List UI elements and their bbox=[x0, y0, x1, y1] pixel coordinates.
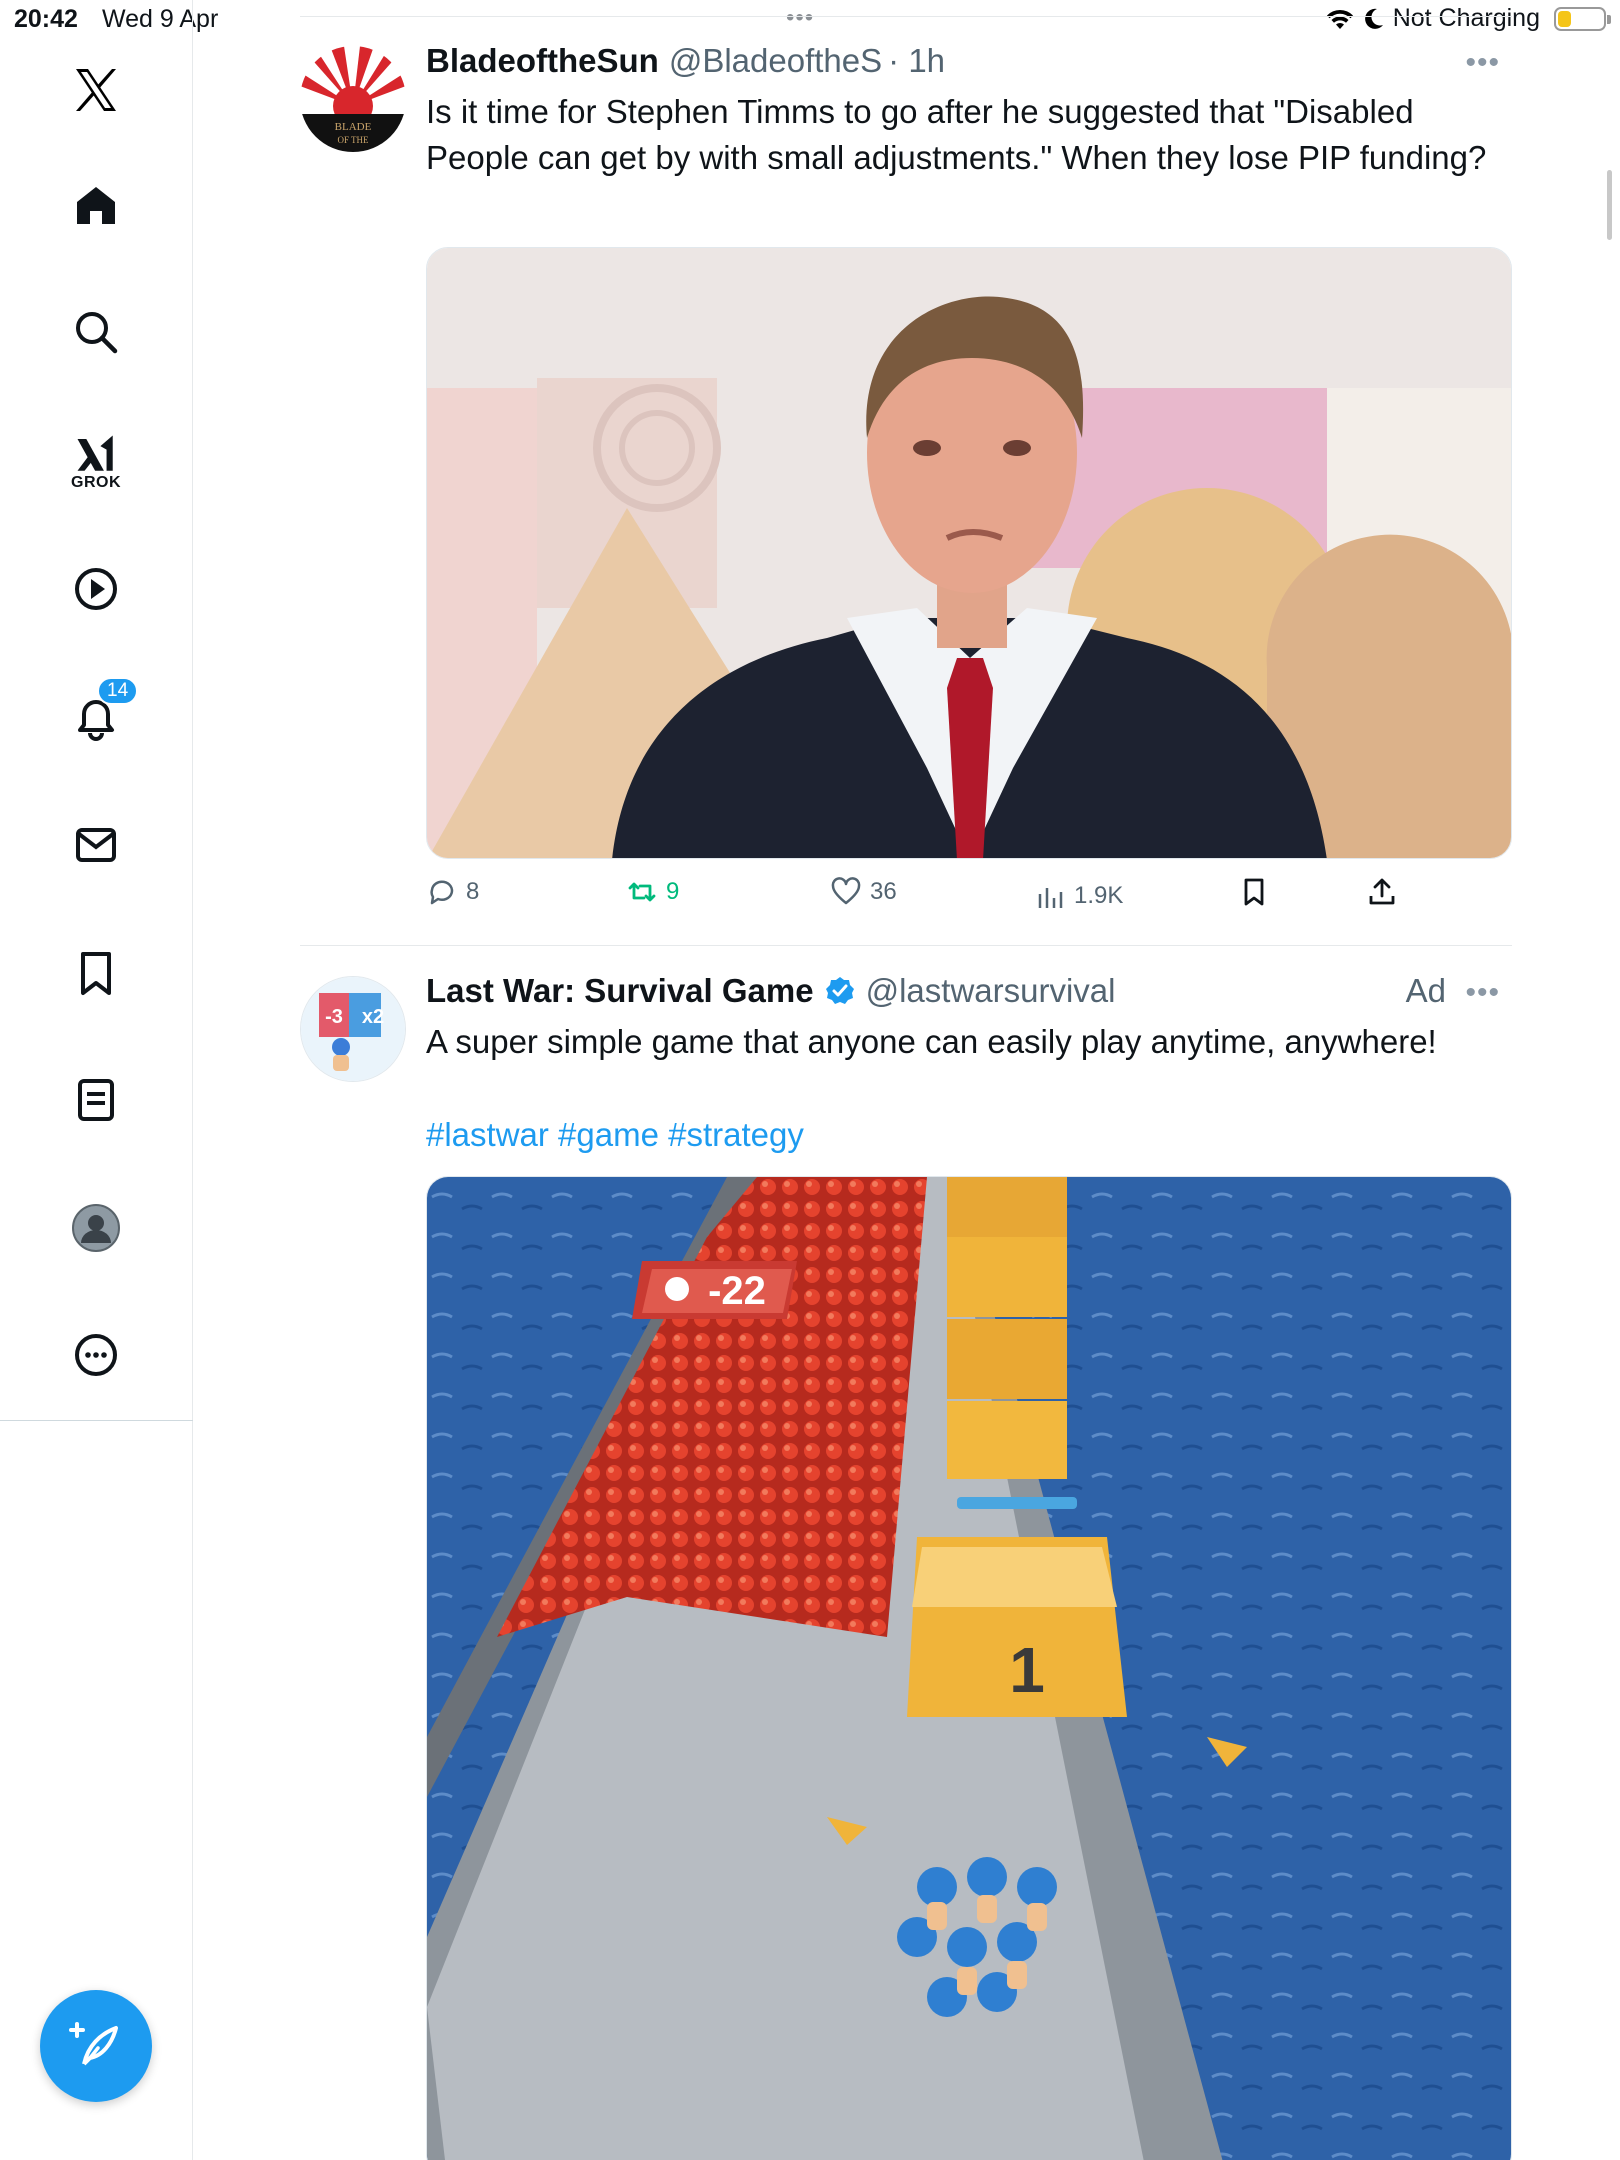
x-logo-icon bbox=[76, 69, 116, 111]
repost-count: 9 bbox=[666, 878, 680, 905]
game-avatar-icon: -3 x2 bbox=[301, 977, 405, 1081]
multitasking-dots-icon[interactable]: ••• bbox=[786, 4, 814, 32]
post-header: Last War: Survival Game @lastwarsurvival bbox=[426, 972, 1115, 1010]
sidebar-item-more[interactable] bbox=[71, 1330, 121, 1380]
verified-badge-icon bbox=[825, 977, 854, 1004]
avatar-minus-label: -3 bbox=[325, 1006, 343, 1028]
view-count: 1.9K bbox=[1074, 882, 1124, 909]
post-divider bbox=[300, 945, 1512, 946]
bookmark-icon bbox=[1244, 878, 1264, 906]
reply-icon bbox=[430, 880, 454, 905]
avatar-times-label: x2 bbox=[362, 1006, 384, 1028]
sidebar: GROK 14 bbox=[0, 0, 193, 2160]
post-more-icon[interactable]: ••• bbox=[1465, 976, 1500, 1010]
bookmark-button[interactable] bbox=[1238, 876, 1270, 908]
like-count: 36 bbox=[870, 878, 897, 905]
sidebar-item-lists[interactable] bbox=[71, 1075, 121, 1125]
ad-label: Ad bbox=[1405, 972, 1446, 1009]
grok-icon bbox=[77, 435, 113, 471]
repost-button[interactable]: 9 bbox=[626, 876, 679, 908]
sidebar-item-bookmarks[interactable] bbox=[71, 948, 121, 998]
more-icon bbox=[75, 1334, 117, 1376]
share-icon bbox=[1369, 878, 1395, 905]
sidebar-item-videos[interactable] bbox=[71, 564, 121, 614]
svg-text:BLADE: BLADE bbox=[335, 121, 372, 133]
post-time[interactable]: · 1h bbox=[888, 42, 945, 80]
wifi-icon bbox=[1326, 9, 1353, 29]
repost-icon bbox=[628, 882, 656, 902]
author-handle[interactable]: @lastwarsurvival bbox=[866, 972, 1116, 1010]
moon-icon bbox=[1364, 8, 1383, 29]
sidebar-item-home[interactable] bbox=[71, 180, 121, 230]
scrollbar[interactable] bbox=[1607, 170, 1612, 240]
sidebar-item-x-logo[interactable] bbox=[71, 65, 121, 115]
heart-icon bbox=[831, 877, 861, 905]
svg-text:OF THE: OF THE bbox=[337, 135, 369, 145]
share-button[interactable] bbox=[1366, 876, 1398, 908]
compose-icon bbox=[69, 2022, 118, 2066]
play-icon bbox=[75, 568, 117, 610]
like-button[interactable]: 36 bbox=[830, 876, 897, 908]
video-gate-label: 1 bbox=[1009, 1634, 1045, 1706]
post-more-icon[interactable]: ••• bbox=[1465, 46, 1500, 80]
list-icon bbox=[78, 1079, 114, 1121]
author-name[interactable]: Last War: Survival Game bbox=[426, 972, 814, 1010]
reply-button[interactable]: 8 bbox=[426, 876, 479, 908]
bookmark-icon bbox=[81, 952, 111, 995]
avatar-icon bbox=[72, 1204, 120, 1252]
home-icon bbox=[77, 187, 115, 224]
mail-icon bbox=[76, 828, 116, 862]
post-image[interactable] bbox=[426, 247, 1512, 859]
sidebar-item-notifications[interactable]: 14 bbox=[71, 677, 139, 741]
author-handle[interactable]: @BladeoftheS bbox=[669, 42, 882, 80]
author-name[interactable]: BladeoftheSun bbox=[426, 42, 659, 80]
battery-level bbox=[1558, 10, 1572, 27]
rising-sun-avatar-icon: BLADE OF THE bbox=[300, 46, 406, 152]
search-icon bbox=[76, 312, 118, 354]
notification-badge: 14 bbox=[97, 677, 139, 705]
post-hashtags[interactable]: #lastwar #game #strategy bbox=[426, 1116, 804, 1154]
charging-status: Not Charging bbox=[1392, 4, 1540, 32]
views-icon bbox=[1038, 888, 1063, 908]
reply-count: 8 bbox=[466, 878, 480, 905]
views-button[interactable]: 1.9K bbox=[1034, 880, 1123, 912]
sidebar-item-grok[interactable]: GROK bbox=[71, 432, 121, 492]
game-video-image: -22 1 bbox=[427, 1177, 1511, 2160]
sidebar-divider bbox=[0, 1420, 193, 1421]
avatar[interactable]: -3 x2 bbox=[300, 976, 406, 1082]
news-photo-image bbox=[427, 248, 1511, 858]
post-video[interactable]: -22 1 bbox=[426, 1176, 1512, 2160]
sidebar-item-label: GROK bbox=[71, 474, 121, 491]
sidebar-item-explore[interactable] bbox=[71, 307, 121, 357]
avatar[interactable]: BLADE OF THE bbox=[300, 46, 406, 152]
status-bar: 20:42 Wed 9 Apr ••• Not Charging bbox=[0, 0, 1620, 40]
post-text: A super simple game that anyone can easi… bbox=[426, 1023, 1437, 1060]
sidebar-item-messages[interactable] bbox=[71, 820, 121, 870]
sidebar-item-profile[interactable] bbox=[71, 1203, 121, 1253]
post-header: BladeoftheSun @BladeoftheS · 1h bbox=[426, 42, 945, 80]
status-right: Not Charging bbox=[1325, 4, 1611, 33]
post-actions: 8 9 36 1.9K bbox=[426, 876, 1512, 916]
compose-button[interactable] bbox=[40, 1990, 152, 2102]
video-counter-label: -22 bbox=[708, 1269, 766, 1313]
feed-top-rule bbox=[300, 16, 1512, 17]
battery-icon bbox=[1554, 6, 1611, 31]
post-text: Is it time for Stephen Timms to go after… bbox=[426, 93, 1487, 176]
